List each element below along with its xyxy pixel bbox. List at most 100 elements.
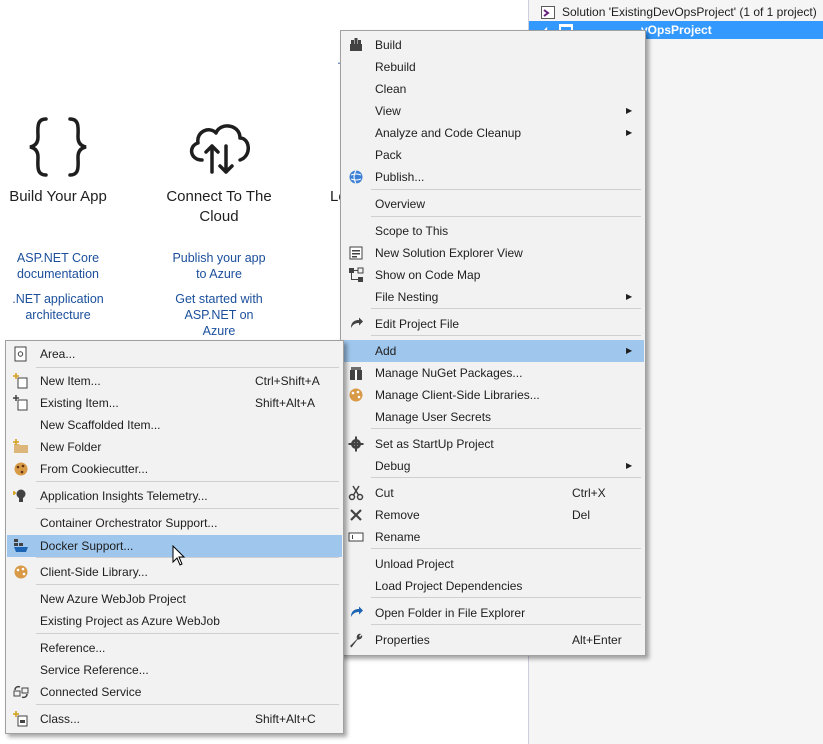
project-menu-item-add[interactable]: Add ▶ [342, 340, 644, 362]
menu-item-shortcut: Alt+Enter [572, 633, 622, 647]
area-icon [13, 346, 29, 362]
new-item-icon [13, 373, 29, 389]
menu-separator [371, 597, 641, 598]
menu-item-label: Load Project Dependencies [375, 579, 523, 593]
menu-item-label: Build [375, 38, 402, 52]
menu-item-label: Analyze and Code Cleanup [375, 126, 522, 140]
menu-item-label: New Folder [40, 440, 102, 454]
project-menu-item-manage-user-secrets[interactable]: Manage User Secrets [342, 406, 644, 428]
project-menu-item-load-project-dependencies[interactable]: Load Project Dependencies [342, 575, 644, 597]
project-context-menu: Build Rebuild Clean View ▶ Analyze and Code C… [340, 30, 646, 656]
add-submenu-item-area[interactable]: Area... [7, 343, 342, 365]
add-submenu-item-new-folder[interactable]: New Folder [7, 436, 342, 458]
menu-item-shortcut: Shift+Alt+C [255, 712, 316, 726]
menu-item-label: Edit Project File [375, 317, 460, 331]
menu-separator [371, 624, 641, 625]
project-menu-item-properties[interactable]: Properties Alt+Enter [342, 629, 644, 651]
menu-item-label: Overview [375, 197, 426, 211]
menu-item-shortcut: Shift+Alt+A [255, 396, 316, 410]
add-submenu-item-existing-item[interactable]: Existing Item... Shift+Alt+A [7, 392, 342, 414]
project-menu-item-view[interactable]: View ▶ [342, 100, 644, 122]
globe-icon [348, 169, 364, 185]
add-submenu: Area... New Item... Ctrl+Shift+A Existing I… [5, 340, 344, 734]
project-menu-item-manage-nuget-packages[interactable]: Manage NuGet Packages... [342, 362, 644, 384]
project-menu-item-edit-project-file[interactable]: Edit Project File [342, 313, 644, 335]
publish-to-azure-link[interactable]: Publish your app to Azure [168, 250, 270, 282]
add-submenu-item-new-azure-webjob-project[interactable]: New Azure WebJob Project [7, 588, 342, 610]
menu-item-label: Container Orchestrator Support... [40, 516, 218, 530]
project-menu-item-build[interactable]: Build [342, 34, 644, 56]
build-your-app-title: Build Your App [9, 188, 107, 205]
menu-item-label: Manage User Secrets [375, 410, 492, 424]
add-submenu-item-class[interactable]: Class... Shift+Alt+C [7, 708, 342, 730]
add-submenu-item-reference[interactable]: Reference... [7, 637, 342, 659]
cloud-upload-icon [189, 124, 250, 174]
project-menu-item-debug[interactable]: Debug ▶ [342, 455, 644, 477]
add-submenu-item-container-orchestrator-support[interactable]: Container Orchestrator Support... [7, 512, 342, 534]
menu-separator [36, 481, 339, 482]
cookiecutter-icon [13, 461, 29, 477]
solution-view-icon [348, 245, 364, 261]
net-architecture-link[interactable]: .NET application architecture [8, 291, 108, 323]
menu-item-label: New Item... [40, 374, 101, 388]
app-insights-icon [12, 488, 29, 504]
project-menu-item-rename[interactable]: Rename [342, 526, 644, 548]
menu-separator [371, 335, 641, 336]
project-menu-item-overview[interactable]: Overview [342, 193, 644, 215]
project-menu-item-remove[interactable]: Remove Del [342, 504, 644, 526]
submenu-arrow-icon: ▶ [626, 461, 633, 470]
menu-separator [36, 704, 339, 705]
project-menu-item-show-on-code-map[interactable]: Show on Code Map [342, 264, 644, 286]
project-menu-item-pack[interactable]: Pack [342, 144, 644, 166]
project-menu-item-scope-to-this[interactable]: Scope to This [342, 220, 644, 242]
add-submenu-item-service-reference[interactable]: Service Reference... [7, 659, 342, 681]
project-menu-item-unload-project[interactable]: Unload Project [342, 553, 644, 575]
menu-item-label: From Cookiecutter... [40, 462, 149, 476]
connected-service-icon [13, 684, 29, 700]
project-menu-item-file-nesting[interactable]: File Nesting ▶ [342, 286, 644, 308]
docker-icon [13, 538, 29, 554]
menu-separator [371, 308, 641, 309]
project-menu-item-analyze-and-code-cleanup[interactable]: Analyze and Code Cleanup ▶ [342, 122, 644, 144]
menu-separator [36, 557, 339, 558]
aspnet-core-docs-link[interactable]: ASP.NET Core documentation [8, 250, 108, 282]
menu-separator [36, 633, 339, 634]
project-menu-item-cut[interactable]: Cut Ctrl+X [342, 482, 644, 504]
open-folder-icon [348, 605, 364, 621]
menu-item-shortcut: Ctrl+Shift+A [255, 374, 320, 388]
project-menu-item-clean[interactable]: Clean [342, 78, 644, 100]
add-submenu-item-connected-service[interactable]: Connected Service [7, 681, 342, 703]
project-menu-item-rebuild[interactable]: Rebuild [342, 56, 644, 78]
solution-node[interactable]: Solution 'ExistingDevOpsProject' (1 of 1… [529, 3, 823, 21]
menu-item-label: Add [375, 344, 397, 358]
rename-icon [348, 529, 364, 545]
braces-icon [29, 117, 87, 177]
menu-item-label: Reference... [40, 641, 106, 655]
menu-separator [371, 216, 641, 217]
project-menu-item-publish[interactable]: Publish... [342, 166, 644, 188]
project-menu-item-new-solution-explorer-view[interactable]: New Solution Explorer View [342, 242, 644, 264]
edit-project-icon [348, 316, 364, 332]
menu-item-label: New Azure WebJob Project [40, 592, 186, 606]
menu-item-label: File Nesting [375, 290, 439, 304]
menu-item-label: Manage NuGet Packages... [375, 366, 523, 380]
menu-item-label: Connected Service [40, 685, 142, 699]
menu-item-label: Clean [375, 82, 407, 96]
menu-item-label: New Scaffolded Item... [40, 418, 161, 432]
mouse-cursor-icon [172, 544, 186, 567]
menu-separator [371, 189, 641, 190]
project-menu-item-open-folder-in-file-explorer[interactable]: Open Folder in File Explorer [342, 602, 644, 624]
add-submenu-item-application-insights-telemetry[interactable]: Application Insights Telemetry... [7, 485, 342, 507]
connect-cloud-title: Connect To The Cloud [158, 187, 280, 227]
project-menu-item-set-as-startup-project[interactable]: Set as StartUp Project [342, 433, 644, 455]
menu-item-label: Pack [375, 148, 402, 162]
menu-item-label: Service Reference... [40, 663, 149, 677]
solution-label: Solution 'ExistingDevOpsProject' (1 of 1… [562, 5, 817, 19]
menu-separator [36, 508, 339, 509]
add-submenu-item-new-scaffolded-item[interactable]: New Scaffolded Item... [7, 414, 342, 436]
add-submenu-item-existing-project-as-azure-webjob[interactable]: Existing Project as Azure WebJob [7, 610, 342, 632]
project-menu-item-manage-client-side-libraries[interactable]: Manage Client-Side Libraries... [342, 384, 644, 406]
add-submenu-item-from-cookiecutter[interactable]: From Cookiecutter... [7, 458, 342, 480]
aspnet-azure-link[interactable]: Get started with ASP.NET on Azure [168, 291, 270, 339]
add-submenu-item-new-item[interactable]: New Item... Ctrl+Shift+A [7, 370, 342, 392]
